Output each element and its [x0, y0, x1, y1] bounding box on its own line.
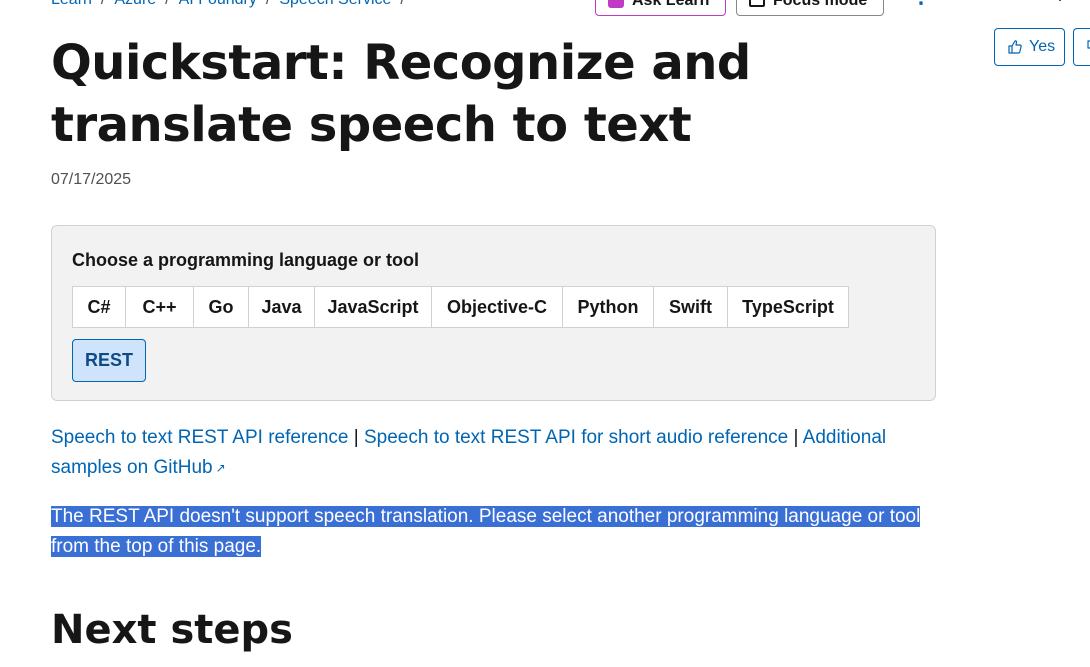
breadcrumb-separator: /	[400, 0, 404, 8]
focus-mode-icon	[749, 0, 765, 7]
page-title: Quickstart: Recognize and translate spee…	[51, 35, 751, 153]
ask-learn-icon	[608, 0, 624, 8]
rest-api-reference-link[interactable]: Speech to text REST API reference	[51, 427, 348, 448]
docs-page: Learn / Azure / AI Foundry / Speech Service / A…	[0, 0, 1090, 667]
chooser-label: Choose a programming language or tool	[72, 250, 420, 270]
article-date: 07/17/2025	[51, 171, 132, 188]
breadcrumb-separator: /	[165, 0, 169, 8]
breadcrumb-item-azure[interactable]: Azure	[114, 0, 156, 8]
selected-notice-text: The REST API doesn't support speech tran…	[51, 506, 921, 557]
thumbs-up-icon	[1007, 39, 1023, 55]
tab-rest-selected[interactable]: REST	[72, 339, 146, 382]
breadcrumb-item-learn[interactable]: Learn	[51, 0, 92, 8]
breadcrumb: Learn / Azure / AI Foundry / Speech Service /	[51, 0, 414, 11]
link-separator: |	[353, 427, 359, 448]
header-actions: Ask Learn Focus mode	[595, 0, 884, 16]
focus-mode-button[interactable]: Focus mode	[736, 0, 884, 16]
tab-python[interactable]: Python	[562, 286, 654, 328]
edge-cut-glyph: P	[1058, 0, 1069, 6]
ask-learn-label: Ask Learn	[632, 0, 710, 9]
tab-objective-c[interactable]: Objective-C	[431, 286, 563, 328]
focus-mode-label: Focus mode	[773, 0, 868, 9]
feedback-buttons: Yes	[994, 28, 1090, 66]
external-link-icon: ↗	[215, 461, 226, 475]
feedback-yes-button[interactable]: Yes	[994, 28, 1065, 66]
tab-javascript[interactable]: JavaScript	[314, 286, 432, 328]
feedback-yes-label: Yes	[1029, 38, 1056, 55]
tab-cpp[interactable]: C++	[125, 286, 194, 328]
language-chooser: Choose a programming language or tool C#…	[51, 225, 936, 401]
feedback-no-button[interactable]	[1073, 28, 1090, 66]
reference-links: Speech to text REST API reference | Spee…	[51, 423, 931, 483]
tab-typescript[interactable]: TypeScript	[727, 286, 849, 328]
breadcrumb-item-ai-foundry[interactable]: AI Foundry	[179, 0, 257, 8]
tab-java[interactable]: Java	[248, 286, 315, 328]
next-steps-heading: Next steps	[51, 607, 293, 653]
breadcrumb-item-speech-service[interactable]: Speech Service	[279, 0, 391, 8]
link-separator: |	[793, 427, 799, 448]
tab-swift[interactable]: Swift	[653, 286, 728, 328]
breadcrumb-separator: /	[101, 0, 105, 8]
rest-not-supported-notice: The REST API doesn't support speech tran…	[51, 502, 931, 562]
ask-learn-button[interactable]: Ask Learn	[595, 0, 726, 16]
language-tabs: C# C++ Go Java JavaScript Objective-C Py…	[72, 286, 849, 328]
short-audio-reference-link[interactable]: Speech to text REST API for short audio …	[364, 427, 788, 448]
tab-go[interactable]: Go	[193, 286, 249, 328]
more-icon[interactable]: ⋮	[912, 0, 930, 9]
tab-csharp[interactable]: C#	[72, 286, 126, 328]
thumbs-down-icon	[1086, 39, 1090, 55]
breadcrumb-separator: /	[266, 0, 270, 8]
